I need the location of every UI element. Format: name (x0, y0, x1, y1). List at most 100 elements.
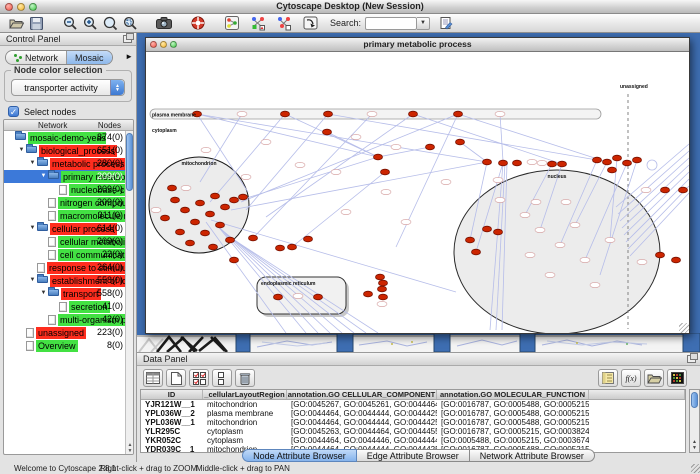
folder-icon (37, 276, 48, 283)
tree-item-nucleobase-contain[interactable]: ▼nucleobase-contain209(0) (4, 183, 125, 196)
tree-item-cellular-metabolic[interactable]: ▼cellular metabolic209(0) (4, 235, 125, 248)
table-row[interactable]: YKR052Ccytoplasm[GO:0044464, GO:0044446,… (141, 436, 685, 445)
tree-item-unassigned[interactable]: ▼unassigned223(0) (4, 326, 125, 339)
search-dropdown-icon[interactable]: ▼ (417, 17, 430, 30)
svg-text:nucleus: nucleus (548, 174, 567, 180)
tree-item-node-count: 209(0) (97, 170, 123, 183)
table-row[interactable]: YPL036W__2plasma membrane[GO:0044464, GO… (141, 409, 685, 418)
save-icon[interactable] (26, 15, 46, 32)
window-resize-grip[interactable] (679, 323, 689, 333)
folder-icon (48, 172, 59, 179)
tree-item-multi-organism-proc[interactable]: ▼multi-organism proc42(0) (4, 313, 125, 326)
attribute-table[interactable]: ID_cellularLayoutRegionannotation.GO CEL… (140, 389, 686, 453)
node-color-dropdown[interactable]: transporter activity ▲▼ (11, 79, 125, 96)
attribute-editor-icon[interactable] (598, 369, 618, 387)
control-panel-header: Control Panel (0, 33, 136, 46)
tree-item-transport[interactable]: ▼transport558(0) (4, 287, 125, 300)
column-header-1[interactable]: _cellularLayoutRegion (203, 390, 287, 399)
tree-item-cellular-process[interactable]: ▼cellular process614(0) (4, 222, 125, 235)
import-network-icon[interactable] (300, 15, 320, 32)
expand-arrow-icon[interactable]: ▼ (39, 287, 48, 300)
tree-header-network: Network (38, 121, 67, 130)
expand-arrow-icon[interactable]: ▼ (28, 222, 37, 235)
tree-item-mosaic-demo-yeast[interactable]: ▼mosaic-demo-yeast874(0) (4, 131, 125, 144)
tree-scrollbar[interactable]: ▲▼ (125, 131, 133, 454)
tree-item-cell-communicatio[interactable]: ▼cell communicatio22(0) (4, 248, 125, 261)
tree-scrollbar-thumb[interactable] (126, 133, 133, 191)
network-file-icon (48, 250, 56, 260)
select-nodes-row: ✓ Select nodes (8, 106, 76, 117)
folder-icon (26, 146, 37, 153)
network-file-icon (48, 315, 56, 325)
tree-item-node-count: 874(0) (97, 131, 123, 144)
column-header-2[interactable]: annotation.GO CELLULAR_COMPONENT (287, 390, 437, 399)
table-scrollbar-thumb[interactable] (691, 392, 698, 408)
tree-item-macromolecule-m[interactable]: ▼macromolecule m311(0) (4, 209, 125, 222)
search-builder-icon[interactable] (436, 15, 456, 32)
tree-item-nitrogen-compoun[interactable]: ▼nitrogen compoun209(0) (4, 196, 125, 209)
tab-node-attribute-browser[interactable]: Node Attribute Browser (242, 449, 357, 462)
float-panel-icon[interactable] (123, 35, 132, 43)
tab-mosaic[interactable]: Mosaic (67, 51, 112, 64)
table-cell: [GO:0044464, GO:0044446, GO:0044444, G..… (287, 436, 437, 445)
expand-arrow-icon[interactable]: ▼ (28, 274, 37, 287)
select-attributes-icon[interactable] (189, 369, 209, 387)
tab-overflow-arrow[interactable]: ► (125, 52, 133, 61)
zoom-out-icon[interactable] (60, 15, 80, 32)
network-window-titlebar[interactable]: primary metabolic process (146, 38, 689, 52)
search-label: Search: (330, 18, 361, 28)
expand-arrow-icon[interactable]: ▼ (17, 144, 26, 157)
tab-edge-attribute-browser[interactable]: Edge Attribute Browser (357, 449, 470, 462)
unselect-attributes-icon[interactable] (212, 369, 232, 387)
tree-item-node-count: 264(0) (97, 261, 123, 274)
open-icon[interactable] (6, 15, 26, 32)
background-windows (137, 333, 700, 352)
select-nodes-checkbox[interactable]: ✓ (8, 106, 19, 117)
annotation-network-icon-1[interactable] (248, 15, 268, 32)
data-panel-toolbar: f(x) (137, 367, 700, 389)
node-color-selection-group: Node color selection transporter activit… (4, 70, 132, 102)
column-header-3[interactable]: annotation.GO MOLECULAR_FUNCTION (437, 390, 589, 399)
help-ring-icon[interactable] (188, 15, 208, 32)
expand-arrow-icon[interactable]: ▼ (28, 157, 37, 170)
expand-arrow-icon[interactable]: ▼ (39, 170, 48, 183)
tree-item-label: mosaic-demo-yeast (28, 132, 106, 144)
table-cell: YLR295C (141, 427, 203, 436)
tree-item-metabolic-process[interactable]: ▼metabolic process280(0) (4, 157, 125, 170)
tree-item-primary-metabolic-proc[interactable]: ▼primary metabolic proc209(0) (4, 170, 125, 183)
table-row[interactable]: YPL036W__1mitochondrion[GO:0044464, GO:0… (141, 418, 685, 427)
new-attribute-icon[interactable] (166, 369, 186, 387)
zoom-fit-icon[interactable] (120, 15, 140, 32)
function-builder-icon[interactable]: f(x) (621, 369, 641, 387)
tree-item-label: unassigned (36, 327, 86, 339)
table-row[interactable]: YJR121W__1mitochondrion[GO:0045267, GO:0… (141, 400, 685, 409)
annotation-network-icon-2[interactable] (274, 15, 294, 32)
zoom-region-icon[interactable] (100, 15, 120, 32)
tree-item-overview[interactable]: ▼Overview8(0) (4, 339, 125, 352)
attribute-table-icon[interactable] (143, 369, 163, 387)
search-input[interactable] (365, 17, 417, 30)
network-window[interactable]: primary metabolic process plasma membran… (145, 37, 690, 334)
tree-item-response-to-stimulus[interactable]: ▼response to stimulus264(0) (4, 261, 125, 274)
tree-item-establishment-of-loc[interactable]: ▼establishment of loc558(0) (4, 274, 125, 287)
zoom-in-icon[interactable] (80, 15, 100, 32)
snapshot-icon[interactable] (154, 15, 174, 32)
import-attributes-icon[interactable] (644, 369, 664, 387)
network-canvas[interactable]: plasma membranecytoplasmmitochondrionnuc… (146, 52, 689, 333)
table-cell: [GO:0016787, GO:0005488, GO:0005215, G..… (437, 418, 589, 427)
delete-attribute-icon[interactable] (235, 369, 255, 387)
table-cell: [GO:0016787, GO:0005488, GO:0005215, G..… (437, 409, 589, 418)
tab-network-attribute-browser[interactable]: Network Attribute Browser (470, 449, 595, 462)
column-header-0[interactable]: ID (141, 390, 203, 399)
network-frame-icon[interactable] (222, 15, 242, 32)
tree-item-secretion[interactable]: ▼secretion41(0) (4, 300, 125, 313)
tree-item-biological-process[interactable]: ▼biological_process651(0) (4, 144, 125, 157)
table-scrollbar[interactable]: ▲▼ (689, 389, 700, 453)
tree-item-node-count: 209(0) (97, 183, 123, 196)
tab-network[interactable]: Network (6, 51, 67, 64)
matrix-view-icon[interactable] (667, 369, 687, 387)
svg-text:unassigned: unassigned (620, 84, 648, 90)
float-data-panel-icon[interactable] (687, 355, 696, 363)
app-resize-grip[interactable] (691, 464, 700, 473)
table-row[interactable]: YLR295Ccytoplasm[GO:0045263, GO:0044464,… (141, 427, 685, 436)
